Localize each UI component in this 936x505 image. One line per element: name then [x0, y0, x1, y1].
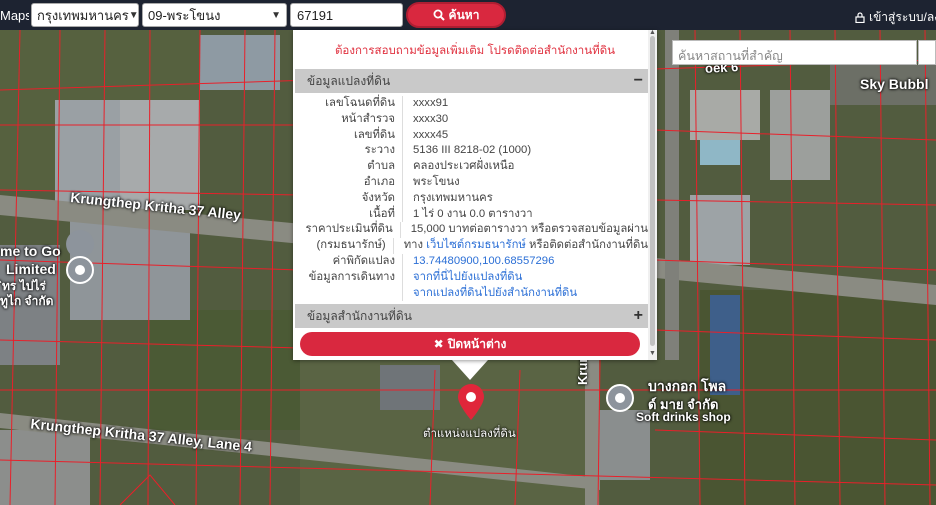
info-key: ราคาประเมินที่ดิน [305, 223, 393, 236]
info-value: พระโขนง [402, 174, 648, 191]
directions-to-parcel-link[interactable]: จากที่นี่ไปยังแปลงที่ดิน [402, 269, 648, 286]
poi-label: me to Go [0, 243, 61, 259]
login-link[interactable]: เข้าสู่ระบบ/ลงท [855, 8, 936, 27]
info-row: เลขโฉนดที่ดิน xxxx91 [295, 96, 648, 112]
info-value: xxxx30 [402, 111, 648, 128]
search-button-label: ค้นหา [448, 7, 480, 22]
place-search-input[interactable]: ค้นหาสถานที่สำคัญ [672, 40, 917, 65]
info-row: จังหวัด กรุงเทพมหานคร [295, 190, 648, 207]
info-row: หน้าสำรวจ xxxx30 [295, 111, 648, 128]
info-row: เนื้อที่ 1 ไร่ 0 งาน 0.0 ตารางวา [295, 206, 648, 223]
info-value: กรุงเทพมหานคร [402, 190, 648, 207]
section-parcel-info-header[interactable]: ข้อมูลแปลงที่ดิน − [295, 69, 648, 93]
info-key: เลขที่ดิน [353, 128, 395, 141]
parcel-location-marker-icon[interactable] [456, 383, 486, 421]
poi-label: Limited [6, 261, 56, 277]
lock-icon [855, 12, 865, 23]
info-row: จากแปลงที่ดินไปยังสำนักงานที่ดิน [295, 285, 648, 302]
scroll-up-icon[interactable]: ▲ [649, 29, 656, 36]
chevron-down-icon: ▼ [128, 9, 139, 21]
coordinate-link[interactable]: 13.74480900,100.68557296 [402, 253, 648, 270]
info-value: 1 ไร่ 0 งาน 0.0 ตารางวา [402, 206, 648, 223]
info-key [295, 286, 402, 302]
place-search-button[interactable] [918, 40, 936, 65]
popup-scrollbar[interactable]: ▲ ▼ [648, 29, 657, 360]
scrollbar-thumb[interactable] [650, 36, 655, 346]
info-row: ค่าพิกัดแปลง 13.74480900,100.68557296 [295, 253, 648, 270]
dept-prefix: ทาง [403, 239, 423, 252]
info-key: (กรมธนารักษ์) [316, 239, 386, 252]
district-select-value: 09-พระโขนง [148, 7, 221, 23]
parcel-info-table: เลขโฉนดที่ดิน xxxx91 หน้าสำรวจ xxxx30 เลขท… [295, 93, 648, 304]
poi-label: ทูไก จำกัด [0, 294, 54, 308]
collapse-icon[interactable]: − [634, 72, 643, 90]
info-key: ตำบล [367, 160, 395, 173]
section-title: ข้อมูลแปลงที่ดิน [307, 73, 391, 88]
popup-pointer [452, 360, 488, 380]
section-land-office-header[interactable]: ข้อมูลสำนักงานที่ดิน + [295, 304, 648, 329]
poi-marker-right[interactable] [606, 384, 634, 412]
info-key: เนื้อที่ [369, 207, 395, 220]
info-key: หน้าสำรวจ [341, 112, 395, 125]
parcel-number-input[interactable]: 67191 [290, 3, 403, 27]
province-select[interactable]: กรุงเทพมหานคร ▼ [31, 3, 139, 27]
info-key: อำเภอ [363, 175, 395, 188]
parcel-marker-label: ตำแหน่งแปลงที่ดิน [423, 428, 516, 440]
info-row: ระวาง 5136 III 8218-02 (1000) [295, 143, 648, 160]
poi-label: Sky Bubbl [860, 76, 929, 92]
poi-label: Soft drinks shop [636, 410, 731, 424]
close-window-button[interactable]: ✖ ปิดหน้าต่าง [300, 332, 640, 356]
parcel-info-popup: ต้องการสอบถามข้อมูลเพิ่มเติม โปรดติดต่อส… [293, 29, 657, 360]
info-key: ค่าพิกัดแปลง [332, 254, 395, 267]
expand-icon[interactable]: + [634, 307, 643, 325]
scroll-down-icon[interactable]: ▼ [649, 350, 656, 357]
info-key: จังหวัด [361, 191, 395, 204]
directions-to-office-link[interactable]: จากแปลงที่ดินไปยังสำนักงานที่ดิน [402, 285, 648, 302]
info-value: คลองประเวศฝั่งเหนือ [402, 159, 648, 175]
section-title: ข้อมูลสำนักงานที่ดิน [307, 308, 412, 323]
info-row: เลขที่ดิน xxxx45 [295, 127, 648, 144]
info-row: ราคาประเมินที่ดิน 15,000 บาทต่อตารางวา หร… [295, 222, 648, 239]
info-row: ข้อมูลการเดินทาง จากที่นี่ไปยังแปลงที่ดิ… [295, 269, 648, 286]
info-value: xxxx91 [402, 96, 648, 112]
contact-notice: ต้องการสอบถามข้อมูลเพิ่มเติม โปรดติดต่อส… [334, 45, 616, 57]
info-value: xxxx45 [402, 127, 648, 144]
close-icon: ✖ [433, 337, 444, 351]
search-button[interactable]: ค้นหา [406, 2, 506, 28]
district-select[interactable]: 09-พระโขนง ▼ [142, 3, 287, 27]
info-value: 15,000 บาทต่อตารางวา หรือตรวจสอบข้อมูลผ่… [399, 222, 648, 239]
top-navbar: Maps กรุงเทพมหานคร ▼ 09-พระโขนง ▼ 67191 … [0, 0, 936, 30]
info-key: เลขโฉนดที่ดิน [325, 97, 395, 109]
province-select-value: กรุงเทพมหานคร [37, 7, 129, 23]
chevron-down-icon: ▼ [271, 9, 281, 21]
brand-name: Maps [0, 7, 29, 23]
info-key: ระวาง [364, 144, 395, 157]
search-icon [433, 9, 445, 21]
info-value: ทาง เว็บไซต์กรมธนารักษ์ หรือติดต่อสำนักง… [392, 238, 648, 254]
treasury-website-link[interactable]: เว็บไซต์กรมธนารักษ์ [426, 239, 526, 251]
dept-suffix: หรือติดต่อสำนักงานที่ดิน [529, 239, 648, 252]
info-value: 5136 III 8218-02 (1000) [402, 143, 648, 160]
close-window-label: ปิดหน้าต่าง [447, 336, 507, 351]
info-row: (กรมธนารักษ์) ทาง เว็บไซต์กรมธนารักษ์ หร… [295, 238, 648, 254]
info-row: ตำบล คลองประเวศฝั่งเหนือ [295, 159, 648, 175]
info-row: อำเภอ พระโขนง [295, 174, 648, 191]
info-key: ข้อมูลการเดินทาง [308, 270, 395, 283]
login-label: เข้าสู่ระบบ/ลงท [869, 10, 936, 24]
